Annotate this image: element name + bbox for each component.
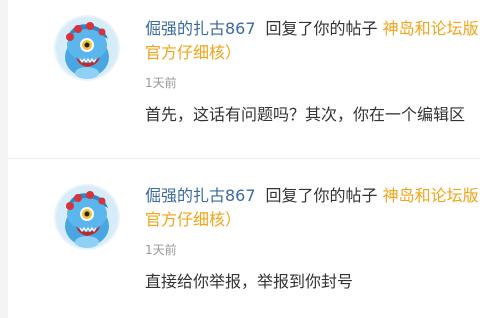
reply-content: 直接给你举报，举报到你封号 [145, 272, 354, 291]
username-link[interactable]: 倔强的扎古867 [145, 19, 256, 38]
action-text: 回复了你的帖子 [265, 186, 378, 205]
reply-content: 首先，这话有问题吗？其次，你在一个编辑区 [145, 105, 466, 124]
post-title-link-continued[interactable]: 官方仔细核） [145, 208, 241, 232]
notification-header: 倔强的扎古867 回复了你的帖子 神岛和论坛版 [145, 17, 480, 41]
blue-pokemon-avatar-icon [54, 15, 120, 81]
avatar[interactable] [54, 15, 120, 81]
notification-list: 倔强的扎古867 回复了你的帖子 神岛和论坛版 官方仔细核） 1天前 首先，这话有… [0, 0, 480, 318]
timestamp: 1天前 [145, 76, 177, 90]
reply-notification: 倔强的扎古867 回复了你的帖子 神岛和论坛版 官方仔细核） 1天前 直接给你举报… [0, 159, 480, 318]
post-title-link-continued[interactable]: 官方仔细核） [145, 41, 241, 65]
reply-notification: 倔强的扎古867 回复了你的帖子 神岛和论坛版 官方仔细核） 1天前 首先，这话有… [0, 0, 480, 159]
notification-header: 倔强的扎古867 回复了你的帖子 神岛和论坛版 [145, 184, 480, 208]
timestamp: 1天前 [145, 243, 177, 257]
username-link[interactable]: 倔强的扎古867 [145, 186, 256, 205]
post-title-link[interactable]: 神岛和论坛版 [383, 19, 479, 38]
post-title-link[interactable]: 神岛和论坛版 [383, 186, 479, 205]
blue-pokemon-avatar-icon [54, 184, 120, 250]
avatar[interactable] [54, 184, 120, 250]
action-text: 回复了你的帖子 [265, 19, 378, 38]
